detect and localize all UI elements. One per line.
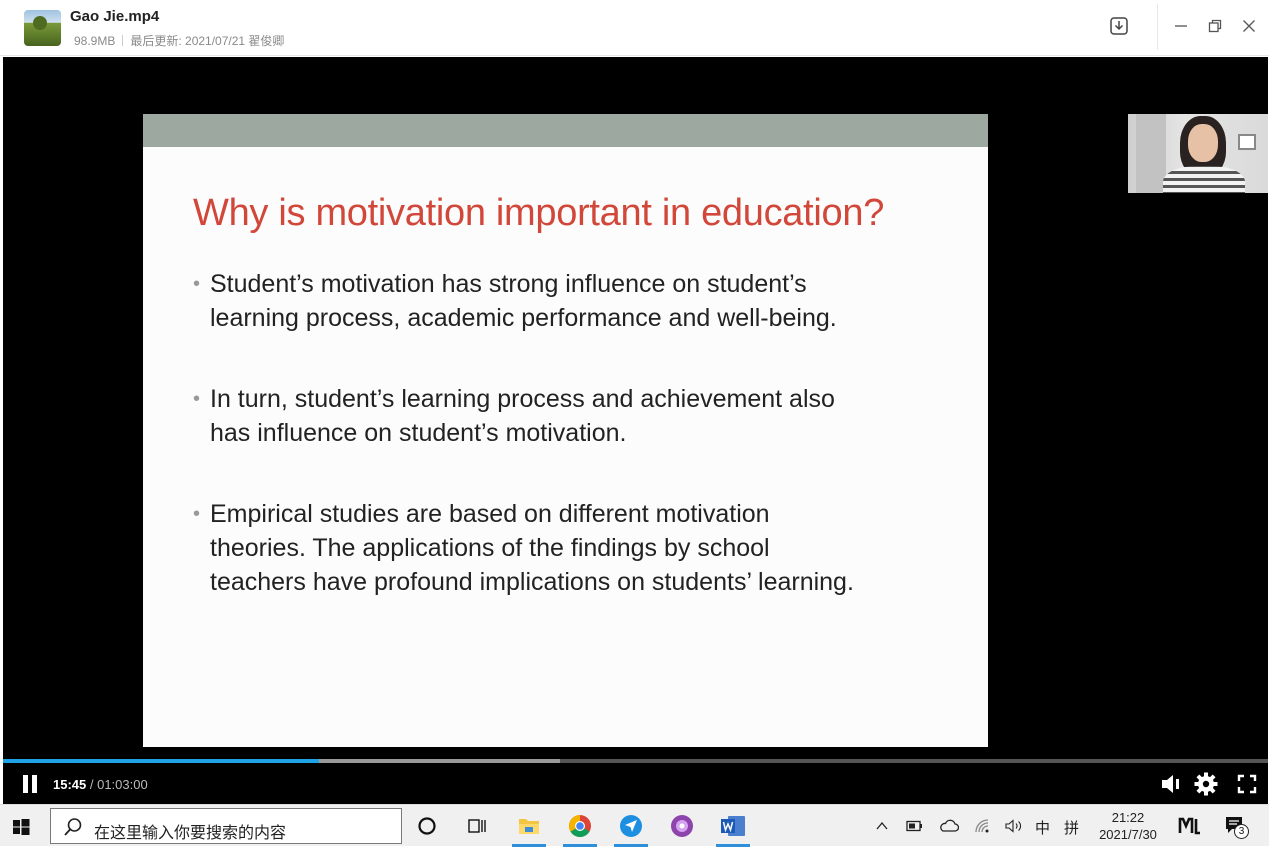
slide-bullet: • Student’s motivation has strong influe… xyxy=(193,270,837,332)
webcam-overlay xyxy=(1128,114,1268,193)
task-view-icon xyxy=(468,819,486,833)
file-explorer-icon xyxy=(519,819,539,834)
clock-time: 21:22 xyxy=(1111,810,1145,825)
presentation-slide: Why is motivation important in education… xyxy=(143,114,988,747)
clock-date: 2021/7/30 xyxy=(1099,827,1157,842)
cortana-icon xyxy=(418,817,436,835)
current-time: 15:45 xyxy=(53,777,87,792)
chrome-button[interactable] xyxy=(557,805,603,847)
fullscreen-icon[interactable] xyxy=(1234,771,1260,797)
onedrive-icon[interactable] xyxy=(939,819,959,833)
app-tray-icon[interactable] xyxy=(1178,817,1202,835)
settings-icon[interactable] xyxy=(1193,771,1219,797)
download-button[interactable] xyxy=(1107,14,1131,38)
file-name: Gao Jie.mp4 xyxy=(70,8,160,25)
wifi-icon[interactable] xyxy=(974,818,992,834)
restore-icon xyxy=(1208,19,1222,33)
windows-start-icon[interactable] xyxy=(10,816,32,838)
file-thumbnail xyxy=(24,10,61,46)
restore-button[interactable] xyxy=(1203,14,1227,38)
feishu-icon xyxy=(620,815,642,837)
ime-name[interactable]: 拼 xyxy=(1064,817,1079,838)
task-view-button[interactable] xyxy=(454,805,500,847)
ime-mode[interactable]: 中 xyxy=(1035,817,1050,838)
app-icon xyxy=(671,815,693,837)
cortana-button[interactable] xyxy=(404,805,450,847)
notification-button[interactable]: 3 xyxy=(1224,815,1254,839)
word-button[interactable] xyxy=(710,805,756,847)
taskbar-clock[interactable]: 21:22 2021/7/30 xyxy=(1095,809,1161,843)
app-button[interactable] xyxy=(659,805,705,847)
app-window: Gao Jie.mp4 98.9MB 最后更新: 2021/07/21 翟俊卿 xyxy=(0,0,1269,847)
minimize-button[interactable] xyxy=(1169,14,1193,38)
played-bar xyxy=(3,759,320,763)
search-icon xyxy=(64,818,82,836)
taskbar-search[interactable]: 在这里输入你要搜索的内容 xyxy=(50,808,402,844)
battery-icon[interactable] xyxy=(906,820,924,832)
close-icon xyxy=(1243,20,1255,32)
speaker-icon[interactable] xyxy=(1005,819,1023,833)
chrome-icon xyxy=(569,815,591,837)
close-button[interactable] xyxy=(1237,14,1261,38)
slide-title: Why is motivation important in education… xyxy=(193,192,885,234)
tray-up-icon[interactable] xyxy=(876,821,888,831)
feishu-button[interactable] xyxy=(608,805,654,847)
file-size: 98.9MB xyxy=(74,34,116,48)
volume-icon[interactable] xyxy=(1158,771,1184,797)
file-updated: 最后更新: 2021/07/21 翟俊卿 xyxy=(130,34,285,48)
notification-count: 3 xyxy=(1234,824,1249,839)
progress-bar[interactable] xyxy=(3,759,1268,763)
slide-bullet: • In turn, student’s learning process an… xyxy=(193,385,835,447)
search-input[interactable]: 在这里输入你要搜索的内容 xyxy=(94,819,286,843)
windows-taskbar: 在这里输入你要搜索的内容 中 拼 21:22 2021/7/30 3 xyxy=(0,804,1269,847)
minimize-icon xyxy=(1175,25,1187,27)
title-bar: Gao Jie.mp4 98.9MB 最后更新: 2021/07/21 翟俊卿 xyxy=(0,0,1269,56)
pause-icon[interactable] xyxy=(21,775,39,793)
word-icon xyxy=(721,816,745,836)
duration: 01:03:00 xyxy=(97,777,148,792)
video-player[interactable]: Why is motivation important in education… xyxy=(3,57,1268,759)
player-controls: 15:45 / 01:03:00 xyxy=(3,759,1268,804)
file-meta: 98.9MB 最后更新: 2021/07/21 翟俊卿 xyxy=(74,32,284,49)
download-icon xyxy=(1110,17,1128,35)
file-explorer-button[interactable] xyxy=(506,805,552,847)
time-display: 15:45 / 01:03:00 xyxy=(53,777,148,792)
slide-bullet: • Empirical studies are based on differe… xyxy=(193,500,854,596)
